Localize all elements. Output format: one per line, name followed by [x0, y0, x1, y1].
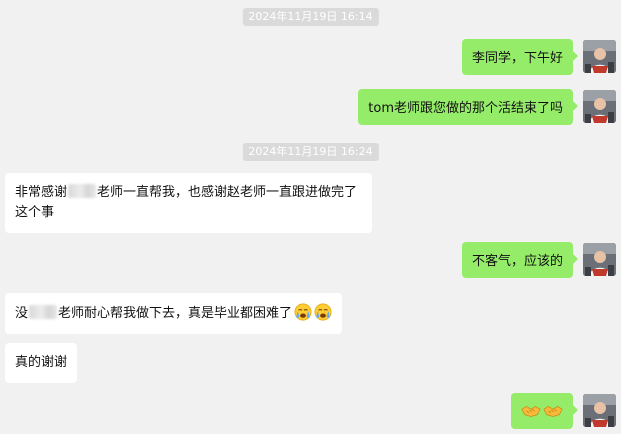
- user-avatar-icon: [583, 394, 616, 427]
- message-text: 没: [15, 306, 29, 321]
- handshake-icon: [543, 406, 563, 417]
- message-bubble-outgoing[interactable]: tom老师跟您做的那个活结束了吗: [358, 89, 578, 125]
- redacted-name: [29, 305, 58, 319]
- message-text: 不客气，应该的: [471, 254, 563, 269]
- avatar[interactable]: [583, 40, 616, 73]
- timestamp: 2024年11月19日 16:14: [242, 8, 379, 26]
- message-bubble-outgoing[interactable]: 李同学，下午好: [461, 39, 579, 75]
- message-bubble-outgoing[interactable]: 不客气，应该的: [461, 242, 579, 278]
- user-avatar-icon: [583, 40, 616, 73]
- loudly-crying-face-icon: [294, 303, 312, 321]
- message-text: 李同学，下午好: [471, 51, 563, 66]
- message-text: tom老师跟您做的那个活结束了吗: [368, 101, 563, 116]
- chat-window: 2024年11月19日 16:14 李同学，下午好 tom老师跟您做的那个活结束…: [0, 0, 621, 434]
- loudly-crying-face-icon: [314, 303, 332, 321]
- user-avatar-icon: [583, 243, 616, 276]
- avatar[interactable]: [583, 394, 616, 427]
- avatar[interactable]: [583, 243, 616, 276]
- user-avatar-icon: [583, 90, 616, 123]
- message-bubble-incoming[interactable]: 没 老师耐心帮我做下去，真是毕业都困难了: [5, 293, 343, 334]
- avatar[interactable]: [583, 90, 616, 123]
- redacted-name: [68, 184, 97, 198]
- message-text: 非常感谢: [15, 185, 68, 200]
- message-bubble-outgoing[interactable]: [511, 393, 578, 429]
- timestamp: 2024年11月19日 16:24: [242, 143, 379, 161]
- message-bubble-incoming[interactable]: 非常感谢 老师一直帮我，也感谢赵老师一直跟进做完了这个事: [5, 173, 372, 233]
- message-text: 真的谢谢: [15, 355, 68, 370]
- handshake-icon: [521, 406, 541, 417]
- message-bubble-incoming[interactable]: 真的谢谢: [5, 343, 78, 383]
- message-text: 老师耐心帮我做下去，真是毕业都困难了: [58, 306, 293, 321]
